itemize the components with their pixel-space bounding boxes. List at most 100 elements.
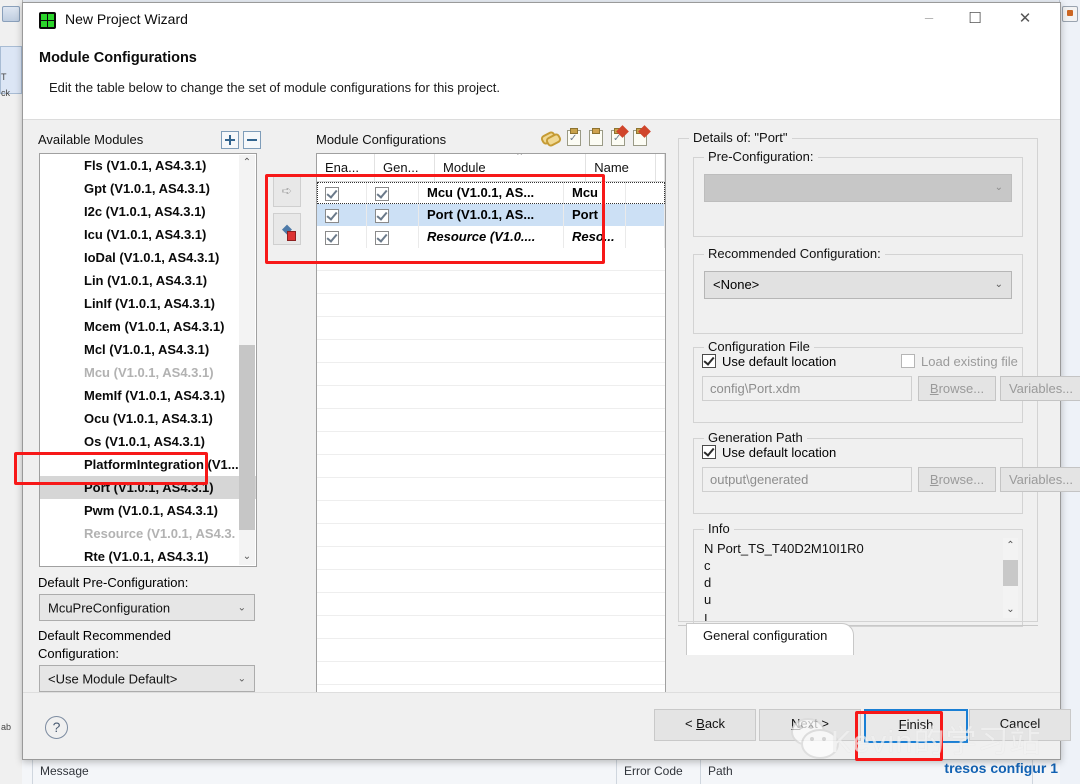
column-header-generate[interactable]: Gen...	[375, 154, 436, 181]
maximize-icon: ☐	[968, 10, 982, 27]
table-empty-row[interactable]	[317, 501, 665, 524]
default-pre-configuration-select[interactable]: McuPreConfiguration ⌄	[39, 594, 255, 621]
checkbox-generate-icon[interactable]	[375, 208, 389, 223]
available-module-item[interactable]: Mcu (V1.0.1, AS4.3.1)	[40, 361, 256, 384]
default-recommended-configuration-select[interactable]: <Use Module Default> ⌄	[39, 665, 255, 692]
available-module-item[interactable]: Lin (V1.0.1, AS4.3.1)	[40, 269, 256, 292]
table-empty-row[interactable]	[317, 294, 665, 317]
configuration-file-path-input[interactable]: config\Port.xdm	[702, 376, 912, 401]
table-empty-row[interactable]	[317, 409, 665, 432]
table-empty-row[interactable]	[317, 363, 665, 386]
info-line: d	[704, 575, 712, 590]
checkbox-generate-icon[interactable]	[375, 230, 389, 245]
cfg-load-existing-file-checkbox[interactable]: Load existing file	[901, 354, 1018, 369]
table-row[interactable]: Resource (V1.0.... Reso...	[317, 226, 665, 248]
available-module-item[interactable]: Pwm (V1.0.1, AS4.3.1)	[40, 499, 256, 522]
cfg-use-default-location-checkbox[interactable]: Use default location	[702, 354, 836, 369]
minimize-button[interactable]: –	[906, 3, 952, 33]
available-module-item[interactable]: IoDal (V1.0.1, AS4.3.1)	[40, 246, 256, 269]
generation-path-input[interactable]: output\generated	[702, 467, 912, 492]
table-empty-row[interactable]	[317, 639, 665, 662]
generation-path-variables-button[interactable]: Variables...	[1000, 467, 1080, 492]
table-empty-row[interactable]	[317, 547, 665, 570]
info-scroll-up-icon[interactable]: ⌃	[1003, 538, 1018, 554]
table-empty-row[interactable]	[317, 317, 665, 340]
column-header-name[interactable]: Name	[586, 154, 656, 181]
cell-generate[interactable]	[367, 226, 419, 248]
scroll-down-icon[interactable]: ⌄	[239, 549, 255, 565]
table-row[interactable]: Mcu (V1.0.1, AS... Mcu	[317, 182, 665, 204]
pre-configuration-select[interactable]: ⌄	[704, 174, 1012, 202]
back-button[interactable]: < Back	[654, 709, 756, 741]
table-empty-row[interactable]	[317, 593, 665, 616]
gen-use-default-location-checkbox[interactable]: Use default location	[702, 445, 836, 460]
available-modules-list[interactable]: Fls (V1.0.1, AS4.3.1) Gpt (V1.0.1, AS4.3.…	[39, 153, 257, 567]
checkbox-enabled-icon[interactable]	[325, 186, 339, 201]
table-empty-row[interactable]	[317, 386, 665, 409]
scroll-up-icon[interactable]: ⌃	[239, 155, 255, 171]
table-empty-row[interactable]	[317, 340, 665, 363]
table-empty-row[interactable]	[317, 271, 665, 294]
collapse-all-icon[interactable]	[243, 131, 261, 149]
cell-enabled[interactable]	[317, 182, 367, 204]
info-scrollbar-thumb[interactable]	[1003, 560, 1018, 586]
checkbox-enabled-icon[interactable]	[325, 208, 339, 223]
available-module-item[interactable]: Fls (V1.0.1, AS4.3.1)	[40, 154, 256, 177]
paste-clipboard-icon[interactable]	[586, 128, 604, 146]
close-button[interactable]: ✕	[1002, 3, 1048, 33]
checkbox-enabled-icon[interactable]	[325, 230, 339, 245]
recommended-configuration-select[interactable]: <None> ⌄	[704, 271, 1012, 299]
cell-enabled[interactable]	[317, 204, 367, 226]
checked-clipboard-icon[interactable]: ✓	[564, 128, 582, 146]
remove-module-button[interactable]: ◆	[273, 213, 301, 245]
help-question-icon[interactable]: ?	[45, 716, 68, 739]
module-configurations-table[interactable]: Ena... Gen... Module ⌃ Name Mcu (V1.0.1,…	[316, 153, 666, 700]
table-empty-row[interactable]	[317, 432, 665, 455]
add-module-button[interactable]: ➪	[273, 175, 301, 207]
generation-path-browse-button[interactable]: Browse...	[918, 467, 996, 492]
maximize-button[interactable]: ☐	[952, 3, 998, 33]
available-module-item[interactable]: I2c (V1.0.1, AS4.3.1)	[40, 200, 256, 223]
table-row[interactable]: Port (V1.0.1, AS... Port	[317, 204, 665, 226]
next-button[interactable]: Next >	[759, 709, 861, 741]
configuration-file-variables-button[interactable]: Variables...	[1000, 376, 1080, 401]
scrollbar-thumb[interactable]	[239, 345, 255, 530]
available-module-item[interactable]: MemIf (V1.0.1, AS4.3.1)	[40, 384, 256, 407]
column-header-enabled[interactable]: Ena...	[317, 154, 376, 181]
paste-edit-icon[interactable]	[630, 125, 651, 146]
cell-generate[interactable]	[367, 182, 419, 204]
available-modules-scrollbar[interactable]: ⌃ ⌄	[239, 155, 255, 565]
info-scrollbar[interactable]: ⌃ ⌄	[1003, 538, 1018, 618]
available-module-item[interactable]: Os (V1.0.1, AS4.3.1)	[40, 430, 256, 453]
available-module-item[interactable]: Mcem (V1.0.1, AS4.3.1)	[40, 315, 256, 338]
table-empty-row[interactable]	[317, 248, 665, 271]
table-empty-row[interactable]	[317, 570, 665, 593]
table-empty-row[interactable]	[317, 478, 665, 501]
available-module-item[interactable]: Resource (V1.0.1, AS4.3.	[40, 522, 256, 545]
checkbox-generate-icon[interactable]	[375, 186, 389, 201]
cell-enabled[interactable]	[317, 226, 367, 248]
configuration-file-browse-button[interactable]: Browse...	[918, 376, 996, 401]
table-empty-row[interactable]	[317, 662, 665, 685]
table-empty-row[interactable]	[317, 455, 665, 478]
info-scroll-down-icon[interactable]: ⌄	[1003, 602, 1018, 618]
available-module-item[interactable]: Icu (V1.0.1, AS4.3.1)	[40, 223, 256, 246]
tab-general-configuration[interactable]: General configuration	[686, 623, 855, 655]
table-empty-row[interactable]	[317, 616, 665, 639]
column-header-module[interactable]: Module ⌃	[435, 154, 587, 181]
available-module-item[interactable]: Gpt (V1.0.1, AS4.3.1)	[40, 177, 256, 200]
available-module-item[interactable]: PlatformIntegration (V1...	[40, 453, 256, 476]
available-module-item[interactable]: Port (V1.0.1, AS4.3.1)	[40, 476, 256, 499]
cancel-button[interactable]: Cancel	[969, 709, 1071, 741]
link-icon[interactable]	[539, 128, 563, 148]
available-module-item[interactable]: LinIf (V1.0.1, AS4.3.1)	[40, 292, 256, 315]
available-module-item[interactable]: Ocu (V1.0.1, AS4.3.1)	[40, 407, 256, 430]
table-empty-row[interactable]	[317, 524, 665, 547]
available-module-item[interactable]: Mcl (V1.0.1, AS4.3.1)	[40, 338, 256, 361]
finish-button[interactable]: Finish	[864, 709, 968, 743]
check-edit-icon[interactable]: ✓	[608, 125, 629, 146]
cell-generate[interactable]	[367, 204, 419, 226]
expand-all-icon[interactable]	[221, 131, 239, 149]
available-module-label: Icu (V1.0.1, AS4.3.1)	[84, 227, 207, 242]
available-module-item[interactable]: Rte (V1.0.1, AS4.3.1)	[40, 545, 256, 566]
